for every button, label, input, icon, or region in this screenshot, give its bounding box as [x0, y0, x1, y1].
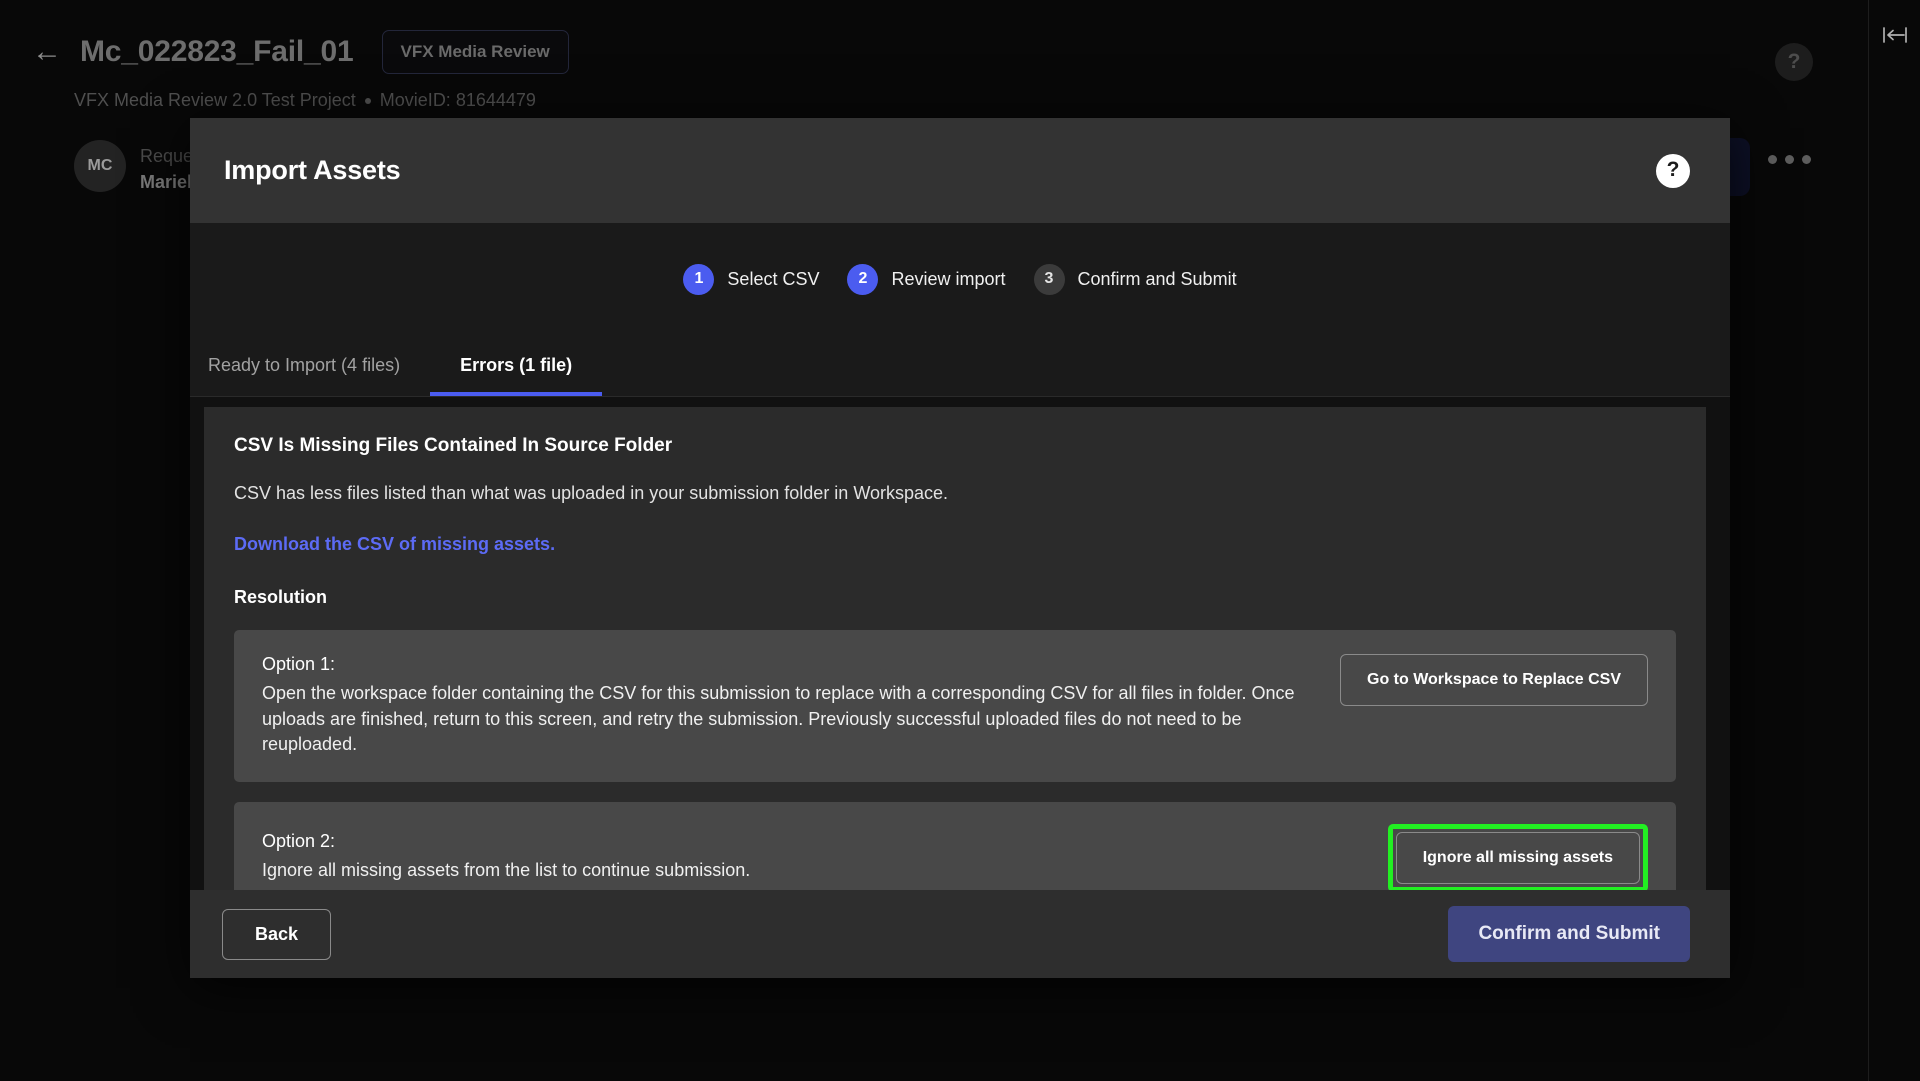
ellipsis-icon[interactable]: [1768, 155, 1811, 164]
step-number-1: 1: [683, 263, 715, 295]
tab-ready-to-import[interactable]: Ready to Import (4 files): [190, 335, 430, 396]
workflow-tag[interactable]: VFX Media Review: [381, 30, 569, 74]
resolution-option-2: Option 2: Ignore all missing assets from…: [234, 801, 1676, 890]
stepper-step-1[interactable]: 1 Select CSV: [683, 263, 820, 295]
import-tabs: Ready to Import (4 files) Errors (1 file…: [190, 335, 1730, 397]
go-to-workspace-button[interactable]: Go to Workspace to Replace CSV: [1340, 654, 1648, 706]
dot-separator-icon: [364, 97, 371, 104]
step-number-3: 3: [1033, 263, 1065, 295]
import-assets-modal: Import Assets ? 1 Select CSV 2 Review im…: [190, 118, 1730, 978]
option-2-label: Option 2:: [262, 831, 336, 852]
resolution-option-1: Option 1: Open the workspace folder cont…: [234, 630, 1676, 782]
question-mark-icon[interactable]: ?: [1775, 43, 1813, 81]
question-mark-circle-icon[interactable]: ?: [1656, 153, 1690, 188]
confirm-and-submit-button[interactable]: Confirm and Submit: [1448, 906, 1690, 962]
stepper-step-2[interactable]: 2 Review import: [847, 263, 1006, 295]
option-1-body: Open the workspace folder containing the…: [262, 683, 1295, 755]
back-button[interactable]: Back: [222, 908, 332, 960]
page-title: Mc_022823_Fail_01: [80, 35, 354, 68]
tab-errors[interactable]: Errors (1 file): [430, 335, 603, 396]
resolution-heading: Resolution: [234, 587, 327, 607]
breadcrumb-project: VFX Media Review 2.0 Test Project: [74, 90, 356, 110]
highlight-annotation: Ignore all missing assets: [1387, 823, 1648, 890]
breadcrumb-movie-id: MovieID: 81644479: [379, 90, 536, 110]
step-label-1: Select CSV: [727, 268, 820, 289]
background-title-row: ← Mc_022823_Fail_01 VFX Media Review: [30, 30, 569, 74]
modal-title: Import Assets: [224, 155, 401, 185]
download-missing-assets-link[interactable]: Download the CSV of missing assets.: [234, 534, 555, 555]
stepper-step-3[interactable]: 3 Confirm and Submit: [1033, 263, 1237, 295]
option-2-text: Option 2: Ignore all missing assets from…: [262, 831, 1358, 884]
collapse-panel-icon[interactable]: [1875, 18, 1915, 52]
import-content-scroll[interactable]: CSV Is Missing Files Contained In Source…: [190, 397, 1730, 890]
error-description: CSV has less files listed than what was …: [234, 483, 949, 503]
breadcrumb: VFX Media Review 2.0 Test Project MovieI…: [74, 90, 536, 111]
error-title: CSV Is Missing Files Contained In Source…: [234, 435, 673, 456]
step-number-2: 2: [847, 263, 879, 295]
modal-footer: Back Confirm and Submit: [190, 890, 1730, 978]
error-detail-panel: CSV Is Missing Files Contained In Source…: [204, 407, 1706, 890]
option-2-body: Ignore all missing assets from the list …: [262, 860, 751, 881]
step-label-3: Confirm and Submit: [1077, 268, 1237, 289]
step-label-2: Review import: [891, 268, 1006, 289]
arrow-left-icon[interactable]: ←: [30, 35, 64, 69]
option-1-text: Option 1: Open the workspace folder cont…: [262, 654, 1310, 758]
ignore-all-missing-assets-button[interactable]: Ignore all missing assets: [1395, 831, 1640, 884]
option-1-label: Option 1:: [262, 654, 336, 674]
screen-root: ← Mc_022823_Fail_01 VFX Media Review VFX…: [0, 0, 1920, 1081]
import-stepper: 1 Select CSV 2 Review import 3 Confirm a…: [190, 223, 1730, 335]
avatar: MC: [74, 140, 126, 192]
background-vertical-divider: [1868, 0, 1869, 1081]
modal-header: Import Assets ?: [190, 118, 1730, 223]
